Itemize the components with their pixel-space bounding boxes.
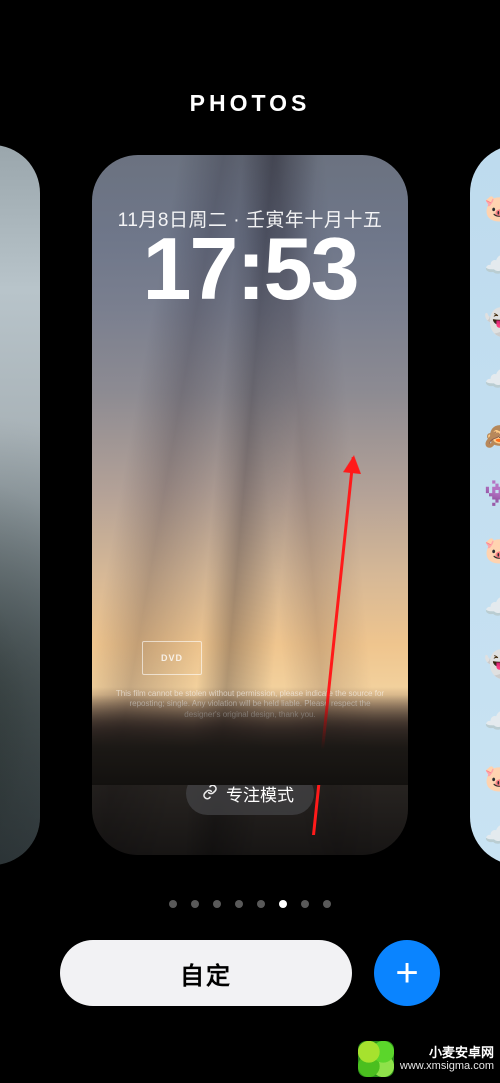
focus-mode-label: 专注模式	[226, 781, 294, 806]
emoji-icon: 👾	[484, 480, 500, 506]
link-icon	[202, 784, 218, 804]
emoji-icon: 🙈	[484, 423, 500, 449]
watermark-line1: 小麦安卓网	[400, 1045, 494, 1061]
page-dot[interactable]	[191, 900, 199, 908]
wallpaper-card-current[interactable]: 11月8日周二 · 壬寅年十月十五 17:53 DVD This film ca…	[82, 145, 418, 865]
emoji-icon: ☁️	[484, 252, 500, 278]
wallpaper-carousel[interactable]: 11月8日周二 · 壬寅年十月十五 17:53 DVD This film ca…	[0, 145, 500, 875]
lockscreen-preview: 11月8日周二 · 壬寅年十月十五 17:53 DVD This film ca…	[92, 155, 408, 855]
page-dot[interactable]	[323, 900, 331, 908]
wallpaper-card-prev[interactable]	[0, 145, 40, 865]
emoji-icon: 🐷	[484, 765, 500, 791]
page-indicator	[0, 900, 500, 908]
watermark-line2: www.xmsigma.com	[400, 1060, 494, 1073]
page-dot[interactable]	[235, 900, 243, 908]
emoji-icon: 🐷	[484, 537, 500, 563]
emoji-icon: 👻	[484, 309, 500, 335]
swipe-up-annotation-arrow	[312, 457, 354, 835]
wallpaper-card-next[interactable]: 🐷 ☁️ 👻 ☁️ 🙈 👾 🐷 ☁️ 👻 ☁️ 🐷 ☁️	[470, 145, 500, 865]
wallpaper-caption: This film cannot be stolen without permi…	[112, 689, 388, 720]
watermark: 小麦安卓网 www.xmsigma.com	[358, 1041, 494, 1077]
customize-button[interactable]: 自定	[60, 940, 352, 1006]
bottom-toolbar: 自定 +	[0, 940, 500, 1006]
page-dot[interactable]	[169, 900, 177, 908]
watermark-logo-icon	[358, 1041, 394, 1077]
emoji-icon: ☁️	[484, 708, 500, 734]
emoji-icon: ☁️	[484, 594, 500, 620]
dvd-logo: DVD	[142, 641, 202, 675]
page-dot[interactable]	[257, 900, 265, 908]
page-dot[interactable]	[301, 900, 309, 908]
focus-mode-button[interactable]: 专注模式	[186, 772, 314, 815]
page-dot[interactable]	[279, 900, 287, 908]
emoji-column: 🐷 ☁️ 👻 ☁️ 🙈 👾 🐷 ☁️ 👻 ☁️ 🐷 ☁️	[484, 195, 500, 848]
page-dot[interactable]	[213, 900, 221, 908]
category-title: PHOTOS	[0, 90, 500, 117]
emoji-icon: 👻	[484, 651, 500, 677]
add-wallpaper-button[interactable]: +	[374, 940, 440, 1006]
emoji-icon: ☁️	[484, 366, 500, 392]
emoji-icon: 🐷	[484, 195, 500, 221]
emoji-icon: ☁️	[484, 822, 500, 848]
lockscreen-time: 17:53	[92, 225, 408, 313]
wallpaper-gallery-screen: PHOTOS 11月8日周二 · 壬寅年十月十五 17:53 DVD This …	[0, 0, 500, 1083]
